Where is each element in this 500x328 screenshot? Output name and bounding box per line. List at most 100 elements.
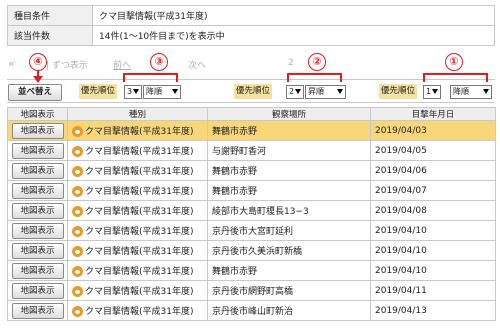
- table-row: 地図表示 クマ目撃情報(平成31年度) 舞鶴市赤野 2019/04/10: [7, 260, 496, 281]
- chevron-down-icon: [133, 89, 139, 94]
- type-text[interactable]: クマ目撃情報(平成31年度): [85, 307, 193, 317]
- bear-icon: [72, 286, 83, 297]
- place-cell: 京丹後市峰山町新治: [207, 300, 371, 321]
- map-display-button[interactable]: 地図表示: [11, 282, 64, 299]
- sort-order-select[interactable]: 降順: [450, 85, 492, 99]
- annotation-1: ①: [445, 53, 463, 71]
- info-row-count: 該当件数 14件(1〜10件目まで)を表示中: [7, 25, 495, 46]
- sort-button[interactable]: 並べ替え: [8, 84, 62, 101]
- map-display-button[interactable]: 地図表示: [11, 162, 64, 179]
- bear-icon: [72, 186, 83, 197]
- page-number-2[interactable]: 2: [288, 58, 294, 68]
- table-header-row: 地図表示 種別 観察場所 目撃年月日: [7, 107, 496, 121]
- column-header-date: 目撃年月日: [370, 107, 496, 121]
- map-cell: 地図表示: [7, 280, 68, 301]
- type-text[interactable]: クマ目撃情報(平成31年度): [85, 127, 193, 137]
- sort-order-select[interactable]: 降順: [143, 85, 181, 99]
- column-header-place: 観察場所: [207, 107, 371, 121]
- date-cell: 2019/04/13: [370, 300, 496, 321]
- info-label: 種目条件: [7, 5, 93, 26]
- type-text[interactable]: クマ目撃情報(平成31年度): [85, 187, 193, 197]
- table-row: 地図表示 クマ目撃情報(平成31年度) 舞鶴市赤野 2019/04/03: [7, 120, 496, 141]
- map-cell: 地図表示: [7, 300, 68, 321]
- chevron-down-icon: [337, 89, 343, 94]
- place-cell: 京丹後市網野町高橋: [207, 280, 371, 301]
- annotation-1-bracket-right: [486, 73, 488, 82]
- table-row: 地図表示 クマ目撃情報(平成31年度) 京丹後市久美浜町新橋 2019/04/10: [7, 240, 496, 261]
- annotation-2: ②: [308, 53, 326, 71]
- map-display-button[interactable]: 地図表示: [11, 182, 64, 199]
- next-page-link[interactable]: 次へ: [188, 58, 206, 71]
- annotation-3-bracket-right: [176, 73, 178, 82]
- type-text[interactable]: クマ目撃情報(平成31年度): [85, 287, 193, 297]
- bear-icon: [72, 206, 83, 217]
- annotation-1-bracket-left: [423, 73, 425, 82]
- place-cell: 舞鶴市赤野: [207, 260, 371, 281]
- info-row-category: 種目条件 クマ目撃情報(平成31年度): [7, 5, 495, 26]
- type-cell: クマ目撃情報(平成31年度): [67, 220, 208, 241]
- table-row: 地図表示 クマ目撃情報(平成31年度) 舞鶴市赤野 2019/04/06: [7, 160, 496, 181]
- table-row: 地図表示 クマ目撃情報(平成31年度) 舞鶴市赤野 2019/04/07: [7, 180, 496, 201]
- date-cell: 2019/04/10: [370, 220, 496, 241]
- date-cell: 2019/04/10: [370, 260, 496, 281]
- priority-group-3: 優先順位 3 降順: [79, 84, 184, 99]
- annotation-4: ④: [29, 53, 47, 71]
- annotation-2-bracket-right: [340, 73, 342, 82]
- chevron-down-icon: [483, 89, 489, 94]
- place-cell: 舞鶴市赤野: [207, 180, 371, 201]
- priority-label: 優先順位: [234, 84, 273, 99]
- info-value: 14件(1〜10件目まで)を表示中: [92, 25, 495, 46]
- bear-icon: [72, 266, 83, 277]
- place-cell: 綾部市大島町榎長13−3: [207, 200, 371, 221]
- search-info-table: 種目条件 クマ目撃情報(平成31年度) 該当件数 14件(1〜10件目まで)を表…: [7, 5, 495, 46]
- map-display-button[interactable]: 地図表示: [11, 122, 64, 139]
- info-label: 該当件数: [7, 25, 93, 46]
- type-text[interactable]: クマ目撃情報(平成31年度): [85, 247, 193, 257]
- first-page-link[interactable]: «: [8, 57, 15, 70]
- map-display-button[interactable]: 地図表示: [11, 202, 64, 219]
- bear-icon: [72, 246, 83, 257]
- type-cell: クマ目撃情報(平成31年度): [67, 260, 208, 281]
- map-cell: 地図表示: [7, 200, 68, 221]
- type-cell: クマ目撃情報(平成31年度): [67, 200, 208, 221]
- column-header-map: 地図表示: [7, 107, 68, 121]
- type-text[interactable]: クマ目撃情報(平成31年度): [85, 227, 193, 237]
- column-header-type: 種別: [67, 107, 208, 121]
- map-display-button[interactable]: 地図表示: [11, 302, 64, 319]
- chevron-down-icon: [432, 89, 438, 94]
- priority-rank-select[interactable]: 2: [286, 85, 304, 99]
- table-row: 地図表示 クマ目撃情報(平成31年度) 京丹後市網野町高橋 2019/04/11: [7, 280, 496, 301]
- annotation-3-bracket: [123, 73, 178, 75]
- type-text[interactable]: クマ目撃情報(平成31年度): [85, 267, 193, 277]
- map-cell: 地図表示: [7, 260, 68, 281]
- map-display-button[interactable]: 地図表示: [11, 222, 64, 239]
- type-cell: クマ目撃情報(平成31年度): [67, 240, 208, 261]
- priority-rank-select[interactable]: 1: [423, 85, 441, 99]
- type-text[interactable]: クマ目撃情報(平成31年度): [85, 207, 193, 217]
- annotation-2-bracket-left: [287, 73, 289, 82]
- type-cell: クマ目撃情報(平成31年度): [67, 300, 208, 321]
- priority-rank-select[interactable]: 3: [124, 85, 142, 99]
- map-display-button[interactable]: 地図表示: [11, 242, 64, 259]
- map-cell: 地図表示: [7, 240, 68, 261]
- chevron-down-icon: [172, 89, 178, 94]
- chevron-down-icon: [295, 89, 301, 94]
- type-cell: クマ目撃情報(平成31年度): [67, 140, 208, 161]
- type-text[interactable]: クマ目撃情報(平成31年度): [85, 167, 193, 177]
- map-cell: 地図表示: [7, 120, 68, 141]
- map-cell: 地図表示: [7, 220, 68, 241]
- type-cell: クマ目撃情報(平成31年度): [67, 180, 208, 201]
- bear-icon: [72, 126, 83, 137]
- annotation-3: ③: [150, 53, 168, 71]
- bear-icon: [72, 226, 83, 237]
- map-display-button[interactable]: 地図表示: [11, 262, 64, 279]
- sort-order-select[interactable]: 昇順: [305, 85, 346, 99]
- bear-icon: [72, 146, 83, 157]
- map-display-button[interactable]: 地図表示: [11, 142, 64, 159]
- priority-label: 優先順位: [379, 84, 418, 99]
- info-value: クマ目撃情報(平成31年度): [92, 5, 495, 26]
- type-text[interactable]: クマ目撃情報(平成31年度): [85, 147, 193, 157]
- date-cell: 2019/04/08: [370, 200, 496, 221]
- bear-icon: [72, 166, 83, 177]
- prev-page-link[interactable]: 前へ: [113, 58, 131, 71]
